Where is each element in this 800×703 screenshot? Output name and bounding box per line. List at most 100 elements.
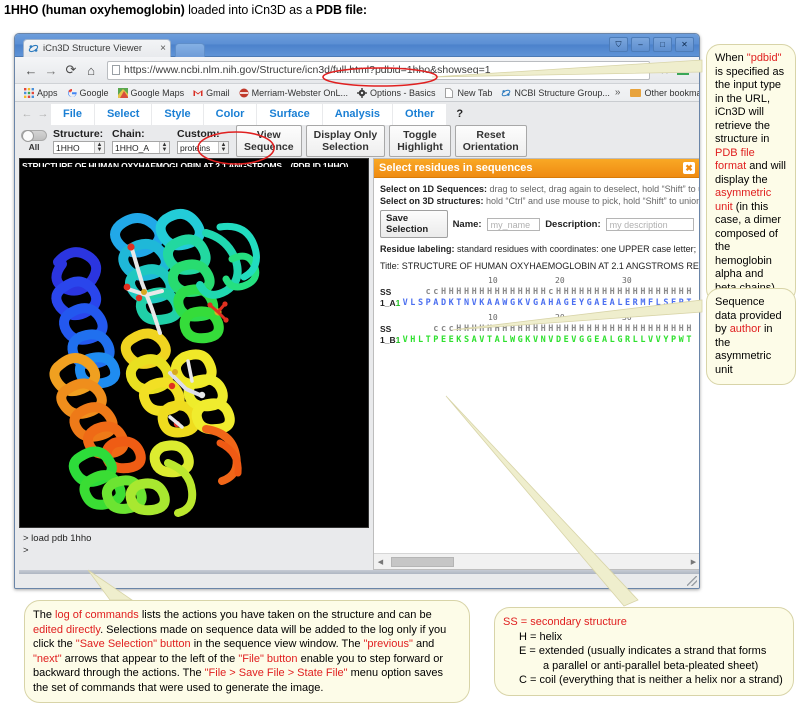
save-selection-button[interactable]: Save Selection bbox=[380, 210, 448, 238]
menu-other[interactable]: Other bbox=[393, 103, 447, 125]
save-selection-row: Save Selection Name: my_name Description… bbox=[380, 210, 694, 238]
ruler-tick-30: 30 bbox=[622, 276, 632, 285]
bookmarks-overflow-area: » Other bookmarks bbox=[615, 87, 699, 99]
home-icon[interactable]: ⌂ bbox=[81, 60, 101, 80]
minimize-button[interactable]: – bbox=[631, 37, 650, 52]
toggle-highlight-button[interactable]: Toggle Highlight bbox=[389, 125, 451, 157]
name-input[interactable]: my_name bbox=[486, 217, 541, 231]
ss-value-b: cccHHHHHHHHHHHHHHHHHHHHHHHHHHHHHHH bbox=[433, 323, 694, 334]
callout-seqdata-r1: author bbox=[729, 323, 761, 335]
display-only-selection-button[interactable]: Display Only Selection bbox=[305, 125, 386, 157]
all-toggle-label: All bbox=[28, 142, 40, 152]
chain-start-number-a: 1 bbox=[395, 297, 401, 308]
bookmark-label: Google bbox=[79, 87, 109, 98]
address-bar[interactable]: https://www.ncbi.nlm.nih.gov/Structure/i… bbox=[107, 60, 651, 80]
structure-dropdown[interactable]: 1HHO ▲ ▼ bbox=[53, 141, 105, 154]
sequence-horizontal-scrollbar[interactable]: ◀ ▶ bbox=[374, 553, 699, 569]
bookmarks-overflow-chevron[interactable]: » bbox=[615, 87, 621, 98]
chain-value: 1HHO_A bbox=[115, 142, 150, 153]
user-profile-button[interactable]: ⛉ bbox=[609, 37, 628, 52]
sequence-dialog-header[interactable]: Select residues in sequences ✖ bbox=[374, 159, 699, 178]
spinner-arrows-icon[interactable]: ▲ ▼ bbox=[218, 142, 228, 153]
new-tab-button[interactable] bbox=[175, 43, 205, 57]
bookmark-label: Google Maps bbox=[130, 87, 185, 98]
icn3d-icon bbox=[502, 89, 511, 96]
icn3d-app: ← → File Select Style Color Surface Anal… bbox=[15, 102, 699, 588]
spinner-arrows-icon[interactable]: ▲ ▼ bbox=[94, 142, 104, 153]
residue-row-a[interactable]: 1_A 1 VLSPADKTNVKAAWGKVGAHAGEYGAEALERMFL… bbox=[380, 297, 694, 308]
close-icon[interactable]: ✖ bbox=[683, 162, 695, 174]
bookmark-options-basics[interactable]: Options - Basics bbox=[353, 87, 440, 99]
bookmark-google-maps[interactable]: Google Maps bbox=[114, 87, 189, 99]
custom-dropdown[interactable]: proteins ▲ ▼ bbox=[177, 141, 229, 154]
help-button[interactable]: ? bbox=[447, 108, 472, 120]
menu-analysis[interactable]: Analysis bbox=[322, 103, 393, 125]
menu-surface[interactable]: Surface bbox=[257, 103, 322, 125]
resize-handle[interactable] bbox=[687, 576, 697, 586]
close-button[interactable]: ✕ bbox=[675, 37, 694, 52]
bookmark-ncbi-structure-group[interactable]: NCBI Structure Group... bbox=[497, 87, 614, 99]
toggle-highlight-line2: Highlight bbox=[397, 141, 443, 153]
bookmark-apps[interactable]: Apps bbox=[20, 87, 62, 99]
page-icon bbox=[445, 87, 454, 98]
ss-legend-head: SS = secondary structure bbox=[503, 615, 785, 630]
3d-structure-viewer[interactable]: STRUCTURE OF HUMAN OXYHAEMOGLOBIN AT 2.1… bbox=[19, 158, 369, 528]
other-bookmarks-folder[interactable]: Other bookmarks bbox=[626, 87, 699, 99]
page-title: 1HHO (human oxyhemoglobin) loaded into i… bbox=[4, 3, 504, 17]
sequence-dialog-body: Select on 1D Sequences: drag to select, … bbox=[374, 178, 699, 553]
scrollbar-track[interactable] bbox=[385, 556, 689, 567]
menu-style[interactable]: Style bbox=[152, 103, 203, 125]
bookmark-google[interactable]: Google bbox=[63, 87, 113, 99]
scroll-left-arrow-icon[interactable]: ◀ bbox=[376, 558, 385, 566]
menu-file[interactable]: File bbox=[51, 103, 94, 125]
callout-sequence-data: Sequence data provided by author in the … bbox=[706, 288, 796, 385]
bookmark-gmail[interactable]: Gmail bbox=[189, 87, 234, 99]
ss-legend-h: H = helix bbox=[519, 630, 563, 643]
view-sequence-line1: View bbox=[256, 129, 281, 141]
ruler-tick-20: 20 bbox=[555, 313, 565, 322]
maximize-button[interactable]: □ bbox=[653, 37, 672, 52]
bookmark-star-icon[interactable]: ☆ bbox=[656, 63, 673, 77]
scroll-right-arrow-icon[interactable]: ▶ bbox=[689, 558, 698, 566]
sequence-ruler-a: 10 20 30 bbox=[380, 276, 694, 286]
toggle-knob bbox=[22, 130, 34, 142]
reload-icon[interactable]: ⟳ bbox=[61, 60, 81, 80]
tab-close-icon[interactable]: × bbox=[157, 43, 166, 54]
command-log[interactable]: > load pdb 1hho > bbox=[19, 530, 369, 570]
browser-tab[interactable]: iCn3D Structure Viewer × bbox=[23, 39, 171, 57]
callout-pdbid: When "pdbid" is specified as the input t… bbox=[706, 44, 796, 303]
caption-bold-1: 1HHO (human oxyhemoglobin) bbox=[4, 3, 185, 17]
reset-orientation-button[interactable]: Reset Orientation bbox=[454, 125, 527, 157]
next-command-arrow[interactable]: → bbox=[35, 108, 51, 120]
back-icon[interactable]: ← bbox=[21, 60, 41, 80]
maps-icon bbox=[117, 87, 128, 98]
residues-a[interactable]: VLSPADKTNVKAAWGKVGAHAGEYGAEALERMFLSFPT bbox=[403, 298, 694, 308]
callout-pdbid-p2: is specified as the input type in the UR… bbox=[715, 65, 785, 146]
residues-b[interactable]: VHLTPEEKSAVTALWGKVNVDEVGGEALGRLLVVYPWT bbox=[403, 335, 694, 345]
address-bar-url: https://www.ncbi.nlm.nih.gov/Structure/i… bbox=[124, 64, 491, 76]
menu-select[interactable]: Select bbox=[94, 103, 152, 125]
callout-cmdlog-r1: log of commands bbox=[55, 609, 139, 621]
bookmark-new-tab[interactable]: New Tab bbox=[440, 87, 496, 99]
residue-row-b[interactable]: 1_B 1 VHLTPEEKSAVTALWGKVNVDEVGGEALGRLLVV… bbox=[380, 334, 694, 345]
browser-menu-icon[interactable] bbox=[673, 65, 693, 75]
sequence-title-line: Title: STRUCTURE OF HUMAN OXYHAEMOGLOBIN… bbox=[380, 261, 699, 271]
custom-selector: Custom: proteins ▲ ▼ bbox=[177, 128, 229, 154]
all-toggle[interactable]: All bbox=[19, 130, 49, 152]
menu-color[interactable]: Color bbox=[203, 103, 257, 125]
chain-dropdown[interactable]: 1HHO_A ▲ ▼ bbox=[112, 141, 170, 154]
scrollbar-thumb[interactable] bbox=[391, 556, 454, 567]
forward-icon[interactable]: → bbox=[41, 60, 61, 80]
view-sequence-button[interactable]: View Sequence bbox=[236, 125, 302, 157]
callout-cmdlog-r7: "File > Save File > State File" bbox=[204, 667, 348, 679]
ss-legend-e: E = extended (usually indicates a strand… bbox=[519, 645, 767, 657]
bookmark-merriam-webster[interactable]: Merriam-Webster OnL... bbox=[235, 87, 352, 99]
hint-1d: Select on 1D Sequences: drag to select, … bbox=[380, 183, 699, 195]
previous-command-arrow[interactable]: ← bbox=[19, 108, 35, 120]
chain-label: Chain: bbox=[112, 128, 145, 140]
chain-label-b: 1_B bbox=[380, 334, 396, 345]
hint-3d: Select on 3D structures: hold “Ctrl” and… bbox=[380, 195, 699, 207]
chain-label-a: 1_A bbox=[380, 297, 396, 308]
description-input[interactable]: my description bbox=[605, 217, 694, 231]
spinner-arrows-icon[interactable]: ▲ ▼ bbox=[159, 142, 169, 153]
